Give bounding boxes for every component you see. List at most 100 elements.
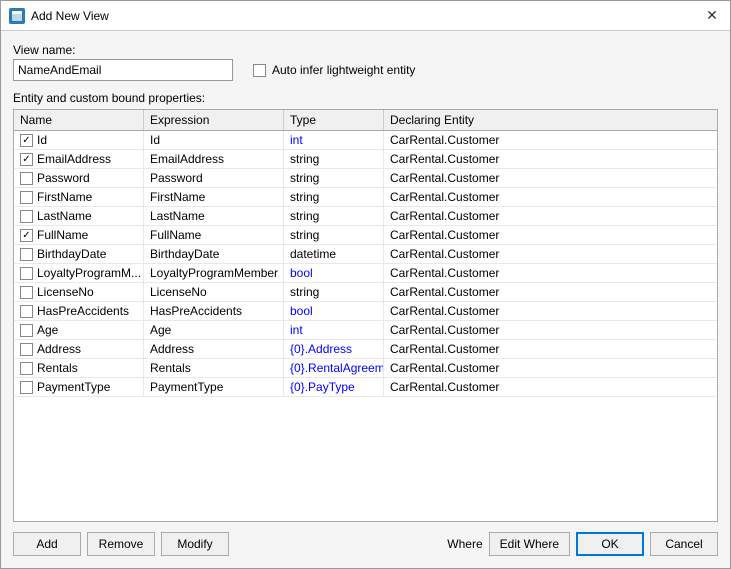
cancel-button[interactable]: Cancel	[650, 532, 718, 556]
title-bar: Add New View ✕	[1, 1, 730, 31]
cell-declaring: CarRental.Customer	[384, 340, 717, 358]
cell-type: {0}.Address	[284, 340, 384, 358]
cell-expression: BirthdayDate	[144, 245, 284, 263]
cell-declaring: CarRental.Customer	[384, 207, 717, 225]
row-checkbox[interactable]	[20, 134, 33, 147]
row-checkbox[interactable]	[20, 172, 33, 185]
cell-name: Address	[14, 340, 144, 358]
bottom-section: Add Remove Modify Where Edit Where OK Ca…	[13, 522, 718, 556]
table-row[interactable]: IdIdintCarRental.Customer	[14, 131, 717, 150]
row-checkbox[interactable]	[20, 248, 33, 261]
cell-declaring: CarRental.Customer	[384, 226, 717, 244]
cell-name: BirthdayDate	[14, 245, 144, 263]
cell-declaring: CarRental.Customer	[384, 359, 717, 377]
entity-section-label: Entity and custom bound properties:	[13, 91, 718, 105]
edit-where-button[interactable]: Edit Where	[489, 532, 570, 556]
ok-button[interactable]: OK	[576, 532, 644, 556]
table-row[interactable]: AddressAddress{0}.AddressCarRental.Custo…	[14, 340, 717, 359]
cell-name: LicenseNo	[14, 283, 144, 301]
cell-declaring: CarRental.Customer	[384, 283, 717, 301]
row-checkbox[interactable]	[20, 286, 33, 299]
row-checkbox[interactable]	[20, 229, 33, 242]
row-checkbox[interactable]	[20, 362, 33, 375]
cell-name: EmailAddress	[14, 150, 144, 168]
table-row[interactable]: PasswordPasswordstringCarRental.Customer	[14, 169, 717, 188]
cell-name: LoyaltyProgramM...	[14, 264, 144, 282]
cell-expression: Age	[144, 321, 284, 339]
cell-type: {0}.PayType	[284, 378, 384, 396]
row-checkbox[interactable]	[20, 210, 33, 223]
cell-declaring: CarRental.Customer	[384, 321, 717, 339]
cell-type: int	[284, 131, 384, 149]
cell-name: LastName	[14, 207, 144, 225]
cell-type: string	[284, 283, 384, 301]
cell-expression: FullName	[144, 226, 284, 244]
properties-table[interactable]: Name Expression Type Declaring Entity Id…	[13, 109, 718, 522]
cell-expression: Address	[144, 340, 284, 358]
close-button[interactable]: ✕	[702, 6, 722, 26]
cell-name: HasPreAccidents	[14, 302, 144, 320]
view-name-left: View name:	[13, 43, 233, 81]
cell-type: int	[284, 321, 384, 339]
cell-type: {0}.RentalAgreementColle...	[284, 359, 384, 377]
bottom-left-buttons: Add Remove Modify	[13, 532, 229, 556]
cell-name: FirstName	[14, 188, 144, 206]
table-rows-container: IdIdintCarRental.CustomerEmailAddressEma…	[14, 131, 717, 397]
table-row[interactable]: LicenseNoLicenseNostringCarRental.Custom…	[14, 283, 717, 302]
cell-declaring: CarRental.Customer	[384, 378, 717, 396]
entity-section: Entity and custom bound properties: Name…	[13, 91, 718, 522]
bottom-right-buttons: Where Edit Where OK Cancel	[447, 532, 718, 556]
cell-declaring: CarRental.Customer	[384, 264, 717, 282]
row-checkbox[interactable]	[20, 153, 33, 166]
cell-expression: EmailAddress	[144, 150, 284, 168]
cell-type: bool	[284, 302, 384, 320]
auto-infer-checkbox[interactable]	[253, 64, 266, 77]
where-label: Where	[447, 537, 482, 551]
add-button[interactable]: Add	[13, 532, 81, 556]
table-row[interactable]: HasPreAccidentsHasPreAccidentsboolCarRen…	[14, 302, 717, 321]
row-checkbox[interactable]	[20, 324, 33, 337]
cell-declaring: CarRental.Customer	[384, 188, 717, 206]
table-row[interactable]: EmailAddressEmailAddressstringCarRental.…	[14, 150, 717, 169]
view-name-label: View name:	[13, 43, 233, 57]
table-row[interactable]: PaymentTypePaymentType{0}.PayTypeCarRent…	[14, 378, 717, 397]
cell-type: string	[284, 226, 384, 244]
cell-name: FullName	[14, 226, 144, 244]
dialog-title: Add New View	[31, 9, 702, 23]
auto-infer-label: Auto infer lightweight entity	[272, 63, 415, 77]
row-checkbox[interactable]	[20, 305, 33, 318]
table-row[interactable]: FirstNameFirstNamestringCarRental.Custom…	[14, 188, 717, 207]
table-row[interactable]: BirthdayDateBirthdayDatedatetimeCarRenta…	[14, 245, 717, 264]
cell-declaring: CarRental.Customer	[384, 245, 717, 263]
dialog: Add New View ✕ View name: Auto infer lig…	[0, 0, 731, 569]
cell-declaring: CarRental.Customer	[384, 169, 717, 187]
cell-type: string	[284, 150, 384, 168]
cell-name: Age	[14, 321, 144, 339]
view-name-input[interactable]	[13, 59, 233, 81]
cell-declaring: CarRental.Customer	[384, 131, 717, 149]
table-row[interactable]: LoyaltyProgramM...LoyaltyProgramMemberbo…	[14, 264, 717, 283]
row-checkbox[interactable]	[20, 343, 33, 356]
cell-declaring: CarRental.Customer	[384, 302, 717, 320]
dialog-content: View name: Auto infer lightweight entity…	[1, 31, 730, 568]
row-checkbox[interactable]	[20, 267, 33, 280]
cell-expression: LoyaltyProgramMember	[144, 264, 284, 282]
cell-declaring: CarRental.Customer	[384, 150, 717, 168]
cell-name: Rentals	[14, 359, 144, 377]
col-header-declaring: Declaring Entity	[384, 110, 717, 130]
cell-expression: PaymentType	[144, 378, 284, 396]
table-row[interactable]: LastNameLastNamestringCarRental.Customer	[14, 207, 717, 226]
table-row[interactable]: AgeAgeintCarRental.Customer	[14, 321, 717, 340]
cell-type: string	[284, 169, 384, 187]
table-row[interactable]: FullNameFullNamestringCarRental.Customer	[14, 226, 717, 245]
cell-type: string	[284, 188, 384, 206]
row-checkbox[interactable]	[20, 381, 33, 394]
remove-button[interactable]: Remove	[87, 532, 155, 556]
row-checkbox[interactable]	[20, 191, 33, 204]
modify-button[interactable]: Modify	[161, 532, 229, 556]
col-header-name: Name	[14, 110, 144, 130]
cell-name: Id	[14, 131, 144, 149]
cell-expression: LicenseNo	[144, 283, 284, 301]
table-row[interactable]: RentalsRentals{0}.RentalAgreementColle..…	[14, 359, 717, 378]
col-header-expression: Expression	[144, 110, 284, 130]
